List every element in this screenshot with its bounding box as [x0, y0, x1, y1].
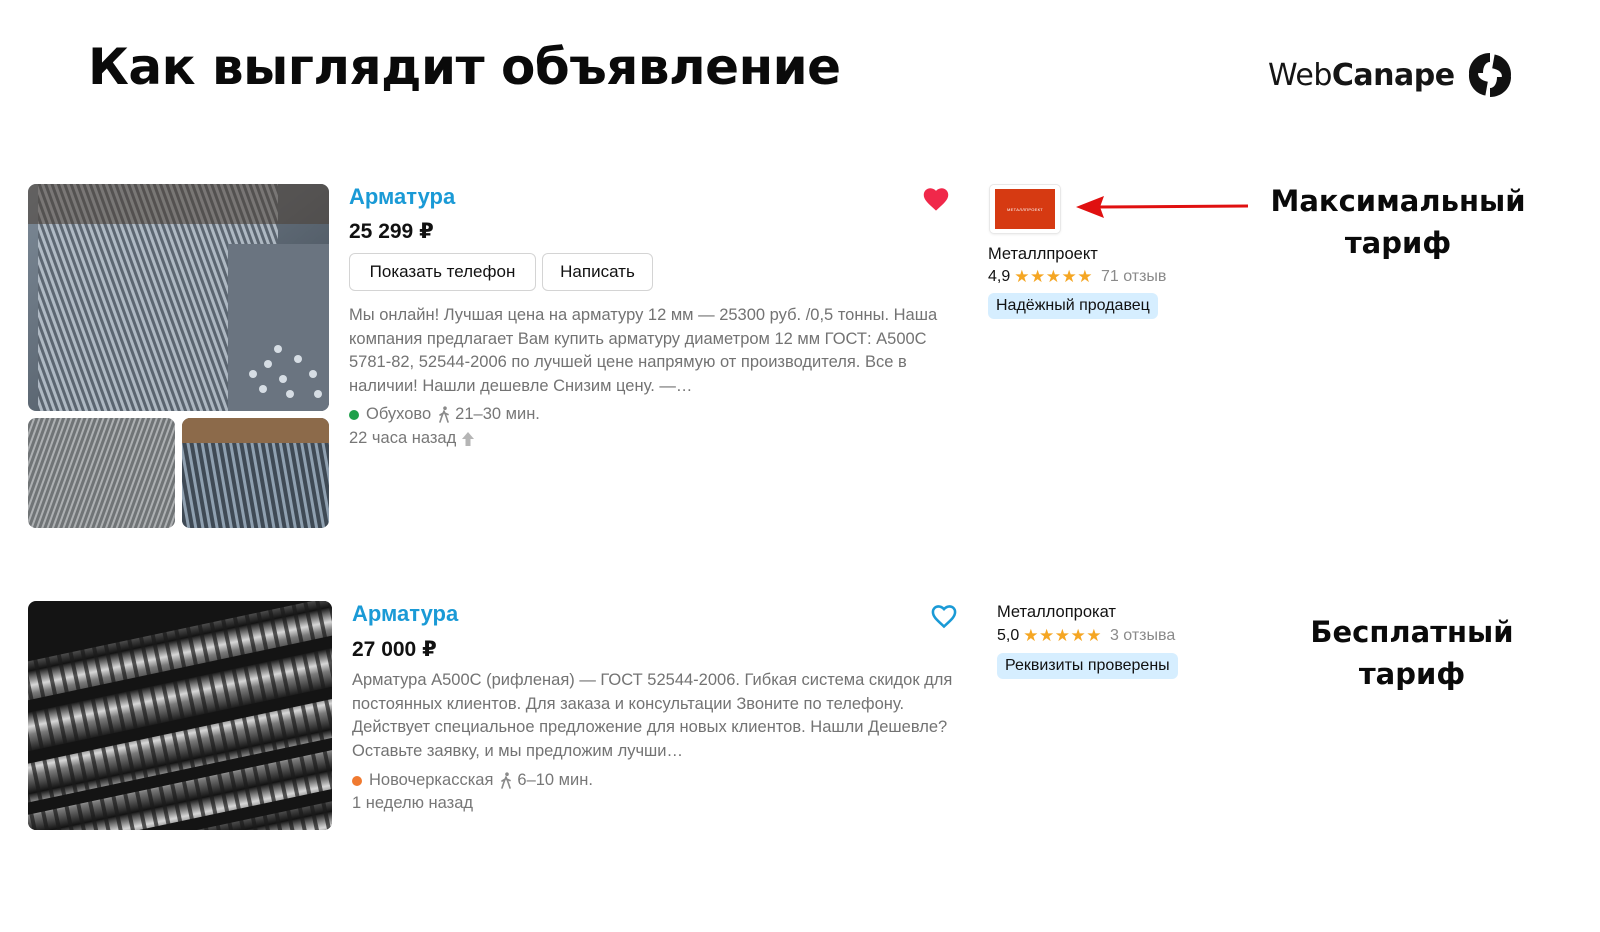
seller-badge: Надёжный продавец	[988, 293, 1158, 319]
listing-posted: 22 часа назад	[349, 429, 475, 448]
metro-station: Новочеркасская	[369, 771, 494, 789]
favorite-heart-filled-icon[interactable]	[922, 186, 950, 212]
listing-location: Обухово 21–30 мин.	[349, 405, 540, 424]
metro-line-dot	[352, 775, 362, 786]
seller-name[interactable]: Металлопрокат	[997, 603, 1116, 622]
metro-line-dot	[349, 409, 359, 420]
listing-price: 25 299 ₽	[349, 220, 434, 243]
seller-logo[interactable]: МЕТАЛЛПРОЕКТ	[990, 185, 1060, 233]
tariff-label-max: Максимальный тариф	[1270, 184, 1526, 260]
seller-rating: 4,9 ★★★★★ 71 отзыв	[988, 267, 1166, 287]
listing-title-link[interactable]: Арматура	[349, 184, 455, 210]
rating-value: 4,9	[988, 268, 1011, 285]
brand-logo: WebCanape	[1268, 50, 1515, 100]
annotation-arrow	[1076, 196, 1249, 218]
listing-thumb-photo-1[interactable]	[28, 418, 175, 528]
rating-stars-icon: ★★★★★	[1023, 626, 1102, 645]
tariff-label-free: Бесплатный тариф	[1310, 615, 1514, 691]
listing-description: Арматура А500С (рифленая) — ГОСТ 52544-2…	[352, 671, 953, 760]
review-count-link[interactable]: 71 отзыв	[1101, 268, 1166, 286]
page-title: Как выглядит объявление	[88, 38, 841, 96]
review-count-link[interactable]: 3 отзыва	[1110, 627, 1175, 645]
walk-time: 6–10 мин.	[517, 771, 593, 789]
walking-person-icon	[439, 406, 449, 423]
listing-description: Мы онлайн! Лучшая цена на арматуру 12 мм…	[349, 306, 938, 395]
posted-time: 1 неделю назад	[352, 794, 474, 812]
rating-stars-icon: ★★★★★	[1014, 267, 1093, 286]
rating-value: 5,0	[997, 627, 1020, 644]
favorite-heart-outline-icon[interactable]	[930, 603, 958, 629]
seller-badge: Реквизиты проверены	[997, 653, 1178, 679]
brand-name: WebCanape	[1268, 57, 1455, 93]
listing-location: Новочеркасская 6–10 мин.	[352, 771, 593, 790]
metro-station: Обухово	[366, 405, 432, 423]
listing-price: 27 000 ₽	[352, 638, 437, 661]
listing-thumb-photo-2[interactable]	[182, 418, 329, 528]
seller-rating: 5,0 ★★★★★ 3 отзыва	[997, 626, 1175, 646]
promoted-arrow-up-icon	[462, 431, 475, 446]
show-phone-button[interactable]: Показать телефон	[349, 253, 536, 291]
seller-name[interactable]: Металлпроект	[988, 245, 1098, 264]
write-message-button[interactable]: Написать	[542, 253, 653, 291]
listing-main-photo[interactable]	[28, 601, 332, 830]
posted-time: 22 часа назад	[349, 429, 457, 447]
walk-time: 21–30 мин.	[455, 405, 540, 423]
walking-person-icon	[501, 772, 512, 789]
listing-title-link[interactable]: Арматура	[352, 601, 458, 627]
listing-main-photo[interactable]	[28, 184, 329, 411]
listing-posted: 1 неделю назад	[352, 794, 473, 813]
webcanape-icon	[1468, 53, 1511, 97]
